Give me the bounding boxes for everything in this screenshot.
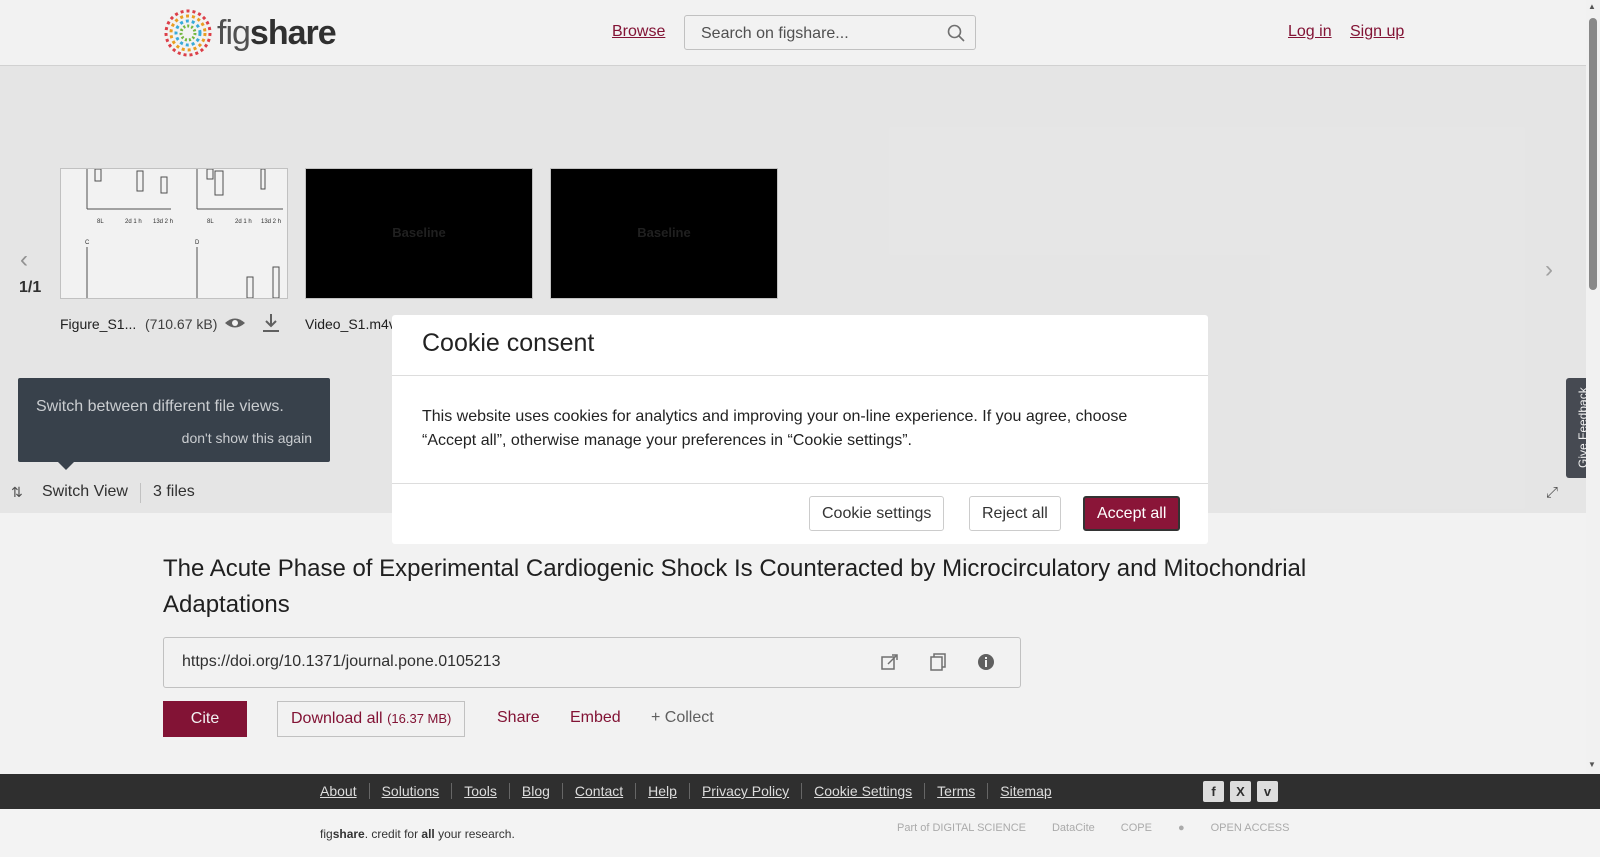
footer-link-about[interactable]: About xyxy=(320,783,369,799)
partner-seal-icon[interactable]: ● xyxy=(1178,822,1185,834)
footer-link-contact[interactable]: Contact xyxy=(561,783,635,799)
dialog-header: Cookie consent xyxy=(392,315,1208,376)
reject-all-button[interactable]: Reject all xyxy=(969,496,1061,531)
dialog-divider xyxy=(392,483,1208,484)
datacite-logo[interactable]: DataCite xyxy=(1052,822,1095,834)
footer-link-sitemap[interactable]: Sitemap xyxy=(987,783,1063,799)
footer-tagline: figshare. credit for all your research. xyxy=(320,827,515,841)
dialog-title: Cookie consent xyxy=(422,329,595,357)
facebook-icon[interactable]: f xyxy=(1203,781,1224,802)
footer-link-privacy[interactable]: Privacy Policy xyxy=(688,783,801,799)
cope-logo[interactable]: COPE xyxy=(1121,822,1152,834)
footer-link-cookie-settings[interactable]: Cookie Settings xyxy=(801,783,924,799)
footer-link-blog[interactable]: Blog xyxy=(508,783,562,799)
page-scrollbar[interactable]: ▲ ▼ xyxy=(1586,0,1600,774)
cookie-settings-button[interactable]: Cookie settings xyxy=(809,496,945,531)
vimeo-icon[interactable]: v xyxy=(1257,781,1278,802)
cookie-consent-dialog: Cookie consent This website uses cookies… xyxy=(392,315,1208,544)
footer-link-help[interactable]: Help xyxy=(635,783,689,799)
footer-link-solutions[interactable]: Solutions xyxy=(368,783,452,799)
footer-link-terms[interactable]: Terms xyxy=(924,783,987,799)
open-access-logo[interactable]: OPEN ACCESS xyxy=(1211,822,1290,834)
scroll-down-icon[interactable]: ▼ xyxy=(1588,760,1596,769)
footer-nav: About Solutions Tools Blog Contact Help … xyxy=(320,783,1064,799)
accept-all-button[interactable]: Accept all xyxy=(1083,496,1181,531)
dialog-body: This website uses cookies for analytics … xyxy=(422,408,1128,449)
scroll-up-icon[interactable]: ▲ xyxy=(1588,2,1596,11)
partner-logos: Part of DIGITAL SCIENCE DataCite COPE ● … xyxy=(897,822,1289,834)
footer-bottom: figshare. credit for all your research. … xyxy=(0,809,1600,857)
scrollbar-thumb[interactable] xyxy=(1589,18,1597,290)
x-twitter-icon[interactable]: X xyxy=(1230,781,1251,802)
footer-links-bar: About Solutions Tools Blog Contact Help … xyxy=(0,774,1600,809)
digital-science-logo[interactable]: Part of DIGITAL SCIENCE xyxy=(897,822,1026,834)
social-links: f X v xyxy=(1203,781,1278,802)
footer-link-tools[interactable]: Tools xyxy=(451,783,509,799)
